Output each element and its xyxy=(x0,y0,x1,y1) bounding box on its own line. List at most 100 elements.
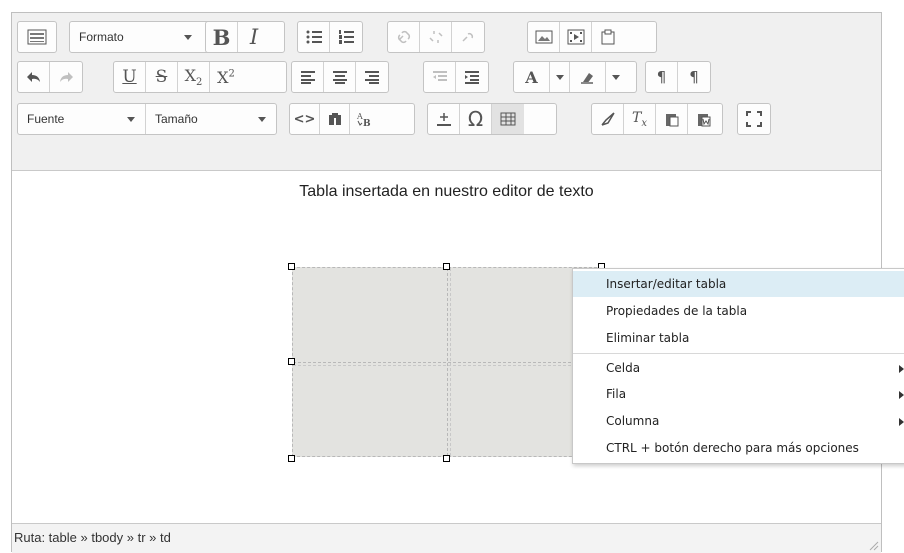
menu-item-insert-edit-table[interactable]: Insertar/editar tabla xyxy=(573,271,904,297)
redo-button[interactable] xyxy=(50,62,82,92)
indent-group xyxy=(423,61,489,93)
anchor-button[interactable] xyxy=(452,22,484,52)
chevron-down-icon xyxy=(184,35,192,40)
text-color-icon: A xyxy=(525,67,538,87)
binoculars-icon xyxy=(328,113,341,125)
chevron-down-icon xyxy=(555,74,564,80)
svg-text:B: B xyxy=(363,119,371,127)
bold-button[interactable]: B xyxy=(206,22,238,52)
menu-item-label: Insertar/editar tabla xyxy=(606,277,727,291)
strikethrough-button[interactable]: S xyxy=(146,62,178,92)
link-button[interactable] xyxy=(388,22,420,52)
highlighter-icon xyxy=(580,73,593,84)
font-select[interactable]: Fuente xyxy=(18,104,146,134)
find-button[interactable] xyxy=(320,104,350,134)
alignment-group xyxy=(291,61,389,93)
superscript-icon: X2 xyxy=(217,68,235,87)
chevron-down-icon xyxy=(612,74,620,80)
toolbar-toggle-group xyxy=(17,21,57,53)
resize-handle[interactable] xyxy=(443,263,450,270)
table-icon xyxy=(500,112,516,126)
underline-button[interactable]: U xyxy=(114,62,146,92)
italic-button[interactable]: I xyxy=(238,22,270,52)
align-center-button[interactable] xyxy=(324,62,356,92)
menu-item-label: Eliminar tabla xyxy=(606,331,690,345)
numbered-list-button[interactable] xyxy=(330,22,362,52)
table-button[interactable] xyxy=(492,104,524,134)
insert-line-button[interactable] xyxy=(428,104,460,134)
unlink-button[interactable] xyxy=(420,22,452,52)
context-menu: Insertar/editar tabla Propiedades de la … xyxy=(572,268,904,464)
align-left-icon xyxy=(300,71,315,84)
menu-item-delete-table[interactable]: Eliminar tabla xyxy=(573,325,904,351)
font-select-label: Fuente xyxy=(27,112,65,126)
text-color-dropdown[interactable] xyxy=(550,62,570,92)
menu-item-column[interactable]: Columna xyxy=(573,408,904,434)
size-select-label: Tamaño xyxy=(155,112,198,126)
align-right-button[interactable] xyxy=(356,62,388,92)
paste-text-button[interactable] xyxy=(656,104,688,134)
outdent-icon xyxy=(432,71,447,81)
insert-image-button[interactable] xyxy=(528,22,560,52)
format-select-label: Formato xyxy=(79,30,124,44)
resize-handle[interactable] xyxy=(288,455,295,462)
clipboard-icon xyxy=(601,29,615,45)
resize-handle[interactable] xyxy=(288,263,295,270)
subscript-x: X xyxy=(184,65,196,85)
special-character-button[interactable]: Ω xyxy=(460,104,492,134)
menu-item-cell[interactable]: Celda xyxy=(573,355,904,381)
numbered-list-icon xyxy=(339,30,354,44)
replace-button[interactable]: AB xyxy=(350,104,380,134)
strikethrough-icon: S xyxy=(155,67,168,87)
align-left-button[interactable] xyxy=(292,62,324,92)
paste-text-icon xyxy=(665,114,678,127)
omega-icon: Ω xyxy=(467,107,484,131)
toolbar-toggle-button[interactable] xyxy=(18,22,56,52)
paste-word-button[interactable] xyxy=(688,104,720,134)
menu-item-label: Propiedades de la tabla xyxy=(606,304,748,318)
left-to-right-button[interactable]: ¶ xyxy=(646,62,678,92)
superscript-button[interactable]: X2 xyxy=(210,62,242,92)
link-icon xyxy=(397,30,410,44)
resize-grip-icon[interactable] xyxy=(869,541,879,551)
subscript-mark: 2 xyxy=(196,77,203,89)
format-select[interactable]: Formato xyxy=(70,22,202,52)
insert-media-button[interactable] xyxy=(560,22,592,52)
indent-button[interactable] xyxy=(456,62,488,92)
source-code-button[interactable]: <> xyxy=(290,104,320,134)
media-group xyxy=(527,21,657,53)
align-center-icon xyxy=(332,71,347,84)
status-bar: Ruta: table » tbody » tr » td xyxy=(12,523,881,553)
background-color-button[interactable] xyxy=(570,62,606,92)
clean-html-button[interactable] xyxy=(592,104,624,134)
text-color-button[interactable]: A xyxy=(514,62,550,92)
undo-button[interactable] xyxy=(18,62,50,92)
insert-group: Ω xyxy=(427,103,557,135)
menu-item-row[interactable]: Fila xyxy=(573,381,904,407)
resize-handle[interactable] xyxy=(288,358,295,365)
right-to-left-button[interactable]: ¶ xyxy=(678,62,710,92)
bullet-list-button[interactable] xyxy=(298,22,330,52)
anchor-icon xyxy=(462,32,474,42)
menu-item-label: Fila xyxy=(606,387,627,401)
background-color-dropdown[interactable] xyxy=(606,62,626,92)
rtl-icon: ¶ xyxy=(689,68,699,86)
list-group xyxy=(297,21,363,53)
subscript-button[interactable]: X2 xyxy=(178,62,210,92)
menu-item-ctrl-hint[interactable]: CTRL + botón derecho para más opciones xyxy=(573,435,904,461)
manage-files-button[interactable] xyxy=(592,22,624,52)
clear-formatting-button[interactable]: Tx xyxy=(624,104,656,134)
code-icon: <> xyxy=(293,111,316,127)
fullscreen-button[interactable] xyxy=(738,104,770,134)
resize-handle[interactable] xyxy=(443,455,450,462)
menu-item-table-properties[interactable]: Propiedades de la tabla xyxy=(573,298,904,324)
underline-icon: U xyxy=(122,67,137,87)
inserted-table[interactable] xyxy=(292,267,602,457)
size-select[interactable]: Tamaño xyxy=(146,104,276,134)
chevron-down-icon xyxy=(127,117,135,122)
outdent-button[interactable] xyxy=(424,62,456,92)
tools-group: <> AB xyxy=(289,103,415,135)
fullscreen-group xyxy=(737,103,771,135)
keyboard-icon xyxy=(27,29,47,45)
redo-icon xyxy=(60,72,73,82)
